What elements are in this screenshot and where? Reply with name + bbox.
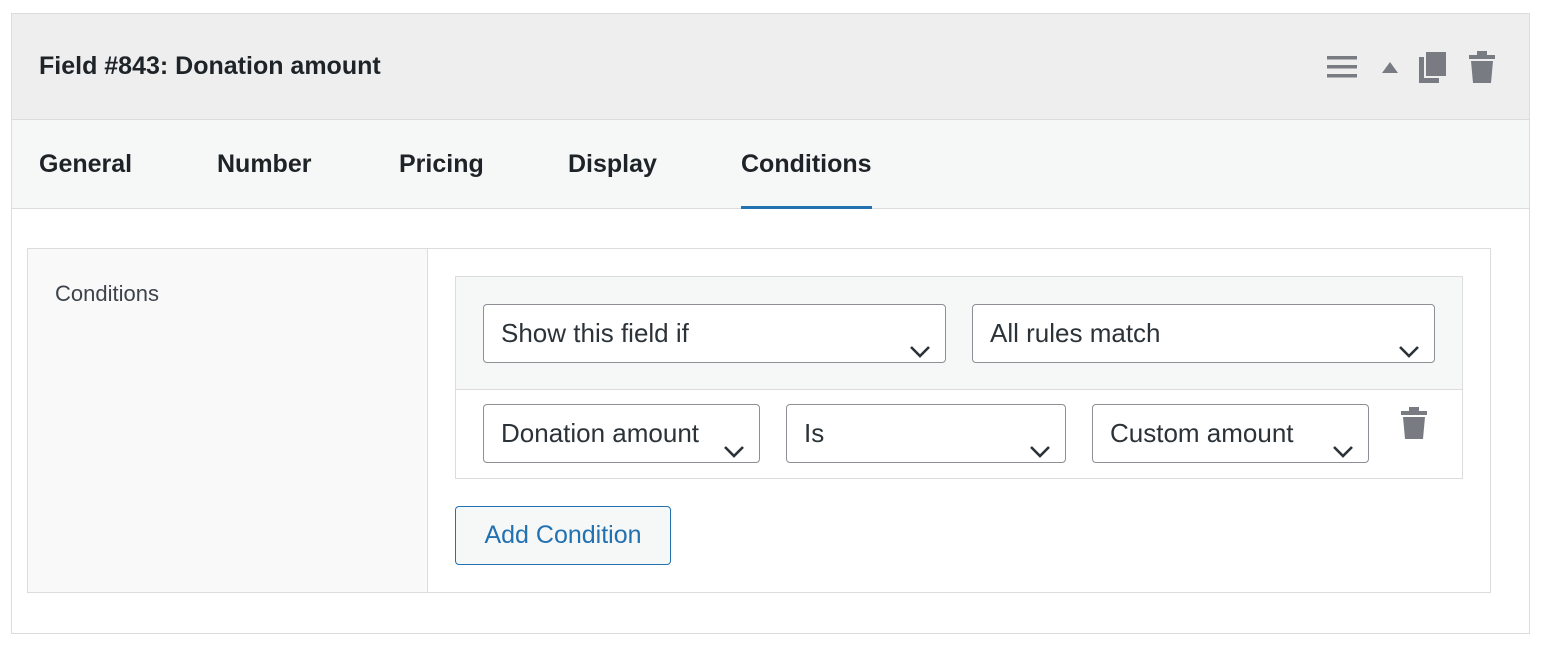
- chevron-down-icon: [1398, 324, 1420, 358]
- rule-operator-value: Is: [804, 418, 825, 448]
- tab-bar: General Number Pricing Display Condition…: [12, 120, 1529, 209]
- remove-rule-trash-icon[interactable]: [1401, 407, 1427, 441]
- rule-value-value: Custom amount: [1110, 418, 1294, 448]
- match-select[interactable]: All rules match: [972, 304, 1435, 363]
- menu-icon[interactable]: [1325, 14, 1359, 120]
- tab-conditions[interactable]: Conditions: [741, 120, 872, 209]
- visibility-select[interactable]: Show this field if: [483, 304, 946, 363]
- duplicate-icon[interactable]: [1418, 14, 1448, 120]
- rule-field-select[interactable]: Donation amount: [483, 404, 760, 463]
- conditions-table: Conditions Show this field if All rules …: [27, 248, 1491, 593]
- match-select-value: All rules match: [990, 318, 1161, 348]
- arrow-up-icon[interactable]: [1379, 14, 1401, 120]
- chevron-down-icon: [909, 324, 931, 358]
- add-condition-button[interactable]: Add Condition: [455, 506, 671, 565]
- rule-field-value: Donation amount: [501, 418, 700, 448]
- chevron-down-icon: [723, 424, 745, 458]
- tab-pricing[interactable]: Pricing: [399, 120, 484, 209]
- conditions-label-cell: Conditions: [28, 249, 428, 592]
- panel-title: Field #843: Donation amount: [39, 52, 381, 80]
- rule-group: Show this field if All rules match Donat…: [455, 276, 1463, 479]
- condition-rule-row: Donation amount Is Custom amount: [456, 390, 1462, 478]
- chevron-down-icon: [1029, 424, 1051, 458]
- trash-icon[interactable]: [1468, 14, 1496, 120]
- rule-group-header: Show this field if All rules match: [456, 277, 1462, 390]
- chevron-down-icon: [1332, 424, 1354, 458]
- conditions-label: Conditions: [55, 281, 159, 306]
- tab-general[interactable]: General: [39, 120, 132, 209]
- rule-operator-select[interactable]: Is: [786, 404, 1066, 463]
- tab-number[interactable]: Number: [217, 120, 311, 209]
- panel-header: Field #843: Donation amount: [12, 14, 1529, 120]
- rule-value-select[interactable]: Custom amount: [1092, 404, 1369, 463]
- tab-display[interactable]: Display: [568, 120, 657, 209]
- visibility-select-value: Show this field if: [501, 318, 689, 348]
